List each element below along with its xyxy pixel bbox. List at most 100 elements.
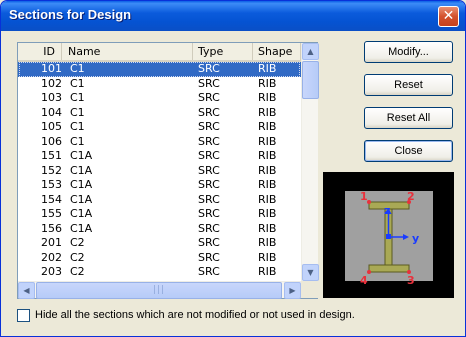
cell-name: C1A — [70, 149, 93, 162]
cell-type: SRC — [198, 207, 220, 220]
table-row[interactable]: 156 C1A SRC RIB — [18, 222, 301, 237]
cell-name: C2 — [70, 265, 85, 278]
scroll-down-icon[interactable]: ▼ — [302, 264, 319, 281]
cell-shape: RIB — [258, 178, 277, 191]
vertical-scrollbar[interactable]: ▲ ▼ — [301, 43, 319, 281]
cell-name: C1 — [70, 76, 85, 90]
title-bar: Sections for Design ✕ — [1, 1, 465, 31]
cell-type: SRC — [198, 134, 220, 148]
cell-shape: RIB — [258, 134, 277, 148]
table-row[interactable]: 103 C1 SRC RIB — [18, 91, 301, 106]
cell-id: 101 — [41, 62, 62, 75]
cell-shape: RIB — [258, 250, 277, 264]
cell-type: SRC — [198, 149, 220, 162]
table-row[interactable]: 202 C2 SRC RIB — [18, 251, 301, 266]
cell-shape: RIB — [258, 192, 277, 206]
cell-type: SRC — [198, 62, 220, 75]
close-button[interactable]: Close — [364, 140, 453, 162]
cell-type: SRC — [198, 265, 220, 278]
table-row[interactable]: 151 C1A SRC RIB — [18, 149, 301, 164]
cell-name: C2 — [70, 280, 85, 281]
cell-id: 105 — [41, 120, 62, 133]
cell-type: SRC — [198, 192, 220, 206]
table-row[interactable]: 201 C2 SRC RIB — [18, 236, 301, 251]
cell-type: SRC — [198, 221, 220, 235]
reset-button[interactable]: Reset — [364, 74, 453, 96]
cell-name: C1 — [70, 62, 85, 75]
cell-id: 152 — [41, 163, 62, 177]
cell-name: C1A — [70, 163, 93, 177]
cell-id: 204 — [18, 280, 62, 281]
cell-name: C1A — [70, 192, 93, 206]
vertical-scroll-thumb[interactable] — [302, 61, 319, 99]
cell-shape: RIB — [258, 221, 277, 235]
axis-y-label: y — [412, 232, 419, 245]
cell-shape: RIB — [258, 105, 277, 119]
bottom-flange — [368, 264, 410, 273]
cell-type: SRC — [198, 236, 220, 249]
reset-all-button[interactable]: Reset All — [364, 107, 453, 129]
table-row[interactable]: 102 C1 SRC RIB — [18, 77, 301, 92]
column-header-name[interactable]: Name — [63, 43, 193, 60]
hide-sections-label[interactable]: Hide all the sections which are not modi… — [35, 309, 355, 321]
cell-name: C2 — [70, 250, 85, 264]
list-header: ID Name Type Shape — [18, 43, 301, 62]
cell-id: 203 — [41, 265, 62, 278]
point-1-label: 1 — [360, 190, 368, 203]
cell-shape: RIB — [258, 265, 277, 278]
axis-z-label: z — [384, 204, 390, 217]
cell-name: C1A — [70, 221, 93, 235]
horizontal-scroll-thumb[interactable]: ||| — [36, 282, 282, 299]
cell-shape: RIB — [258, 149, 277, 162]
table-row[interactable]: 203 C2 SRC RIB — [18, 265, 301, 280]
i-section-drawing: z y 1 2 3 4 — [345, 190, 433, 287]
horizontal-scrollbar[interactable]: ◀ ||| ▶ — [18, 281, 301, 299]
table-row[interactable]: 155 C1A SRC RIB — [18, 207, 301, 222]
table-row[interactable]: 101 C1 SRC RIB — [18, 62, 301, 77]
cell-id: 102 — [41, 76, 62, 90]
cell-shape: RIB — [258, 280, 276, 281]
cell-type: SRC — [198, 163, 220, 177]
scroll-left-icon[interactable]: ◀ — [18, 282, 35, 299]
cell-id: 201 — [41, 236, 62, 249]
column-header-type[interactable]: Type — [193, 43, 253, 60]
cell-id: 202 — [41, 250, 62, 264]
table-row[interactable]: 153 C1A SRC RIB — [18, 178, 301, 193]
cell-name: C1 — [70, 134, 85, 148]
cell-id: 106 — [41, 134, 62, 148]
cell-shape: RIB — [258, 120, 277, 133]
sections-list[interactable]: ID Name Type Shape 101 C1 SRC RIB 102 C1 SRC RI… — [17, 42, 319, 299]
cell-shape: RIB — [258, 76, 277, 90]
modify-button[interactable]: Modify... — [364, 41, 453, 63]
sections-for-design-dialog: Sections for Design ✕ ID Name Type Shape… — [0, 0, 466, 337]
table-row[interactable]: 152 C1A SRC RIB — [18, 164, 301, 179]
cell-id: 156 — [41, 221, 62, 235]
cell-name: C1 — [70, 105, 85, 119]
hide-sections-checkbox[interactable] — [17, 309, 30, 322]
cell-shape: RIB — [258, 207, 277, 220]
cell-name: C2 — [70, 236, 85, 249]
cell-type: SRC — [198, 120, 220, 133]
column-header-shape[interactable]: Shape — [253, 43, 301, 60]
cell-shape: RIB — [258, 236, 277, 249]
cell-name: C1A — [70, 207, 93, 220]
scroll-right-icon[interactable]: ▶ — [284, 282, 301, 299]
section-preview: z y 1 2 3 4 — [323, 172, 454, 298]
point-4-label: 4 — [360, 274, 368, 287]
column-header-id[interactable]: ID — [18, 43, 62, 60]
point-2-label: 2 — [407, 190, 415, 203]
cell-type: SRC — [198, 105, 220, 119]
cell-type: SRC — [198, 250, 220, 264]
scroll-corner — [301, 281, 318, 298]
table-row[interactable]: 104 C1 SRC RIB — [18, 106, 301, 121]
cell-id: 151 — [41, 149, 62, 162]
close-window-button[interactable]: ✕ — [438, 6, 459, 27]
table-row[interactable]: 154 C1A SRC RIB — [18, 193, 301, 208]
scroll-up-icon[interactable]: ▲ — [302, 43, 319, 60]
cell-type: SRC — [198, 91, 220, 104]
cell-type: SRC — [198, 178, 220, 191]
table-row[interactable]: 204 C2 SRC RIB — [18, 280, 301, 281]
cell-id: 154 — [41, 192, 62, 206]
table-row[interactable]: 106 C1 SRC RIB — [18, 135, 301, 150]
table-row[interactable]: 105 C1 SRC RIB — [18, 120, 301, 135]
